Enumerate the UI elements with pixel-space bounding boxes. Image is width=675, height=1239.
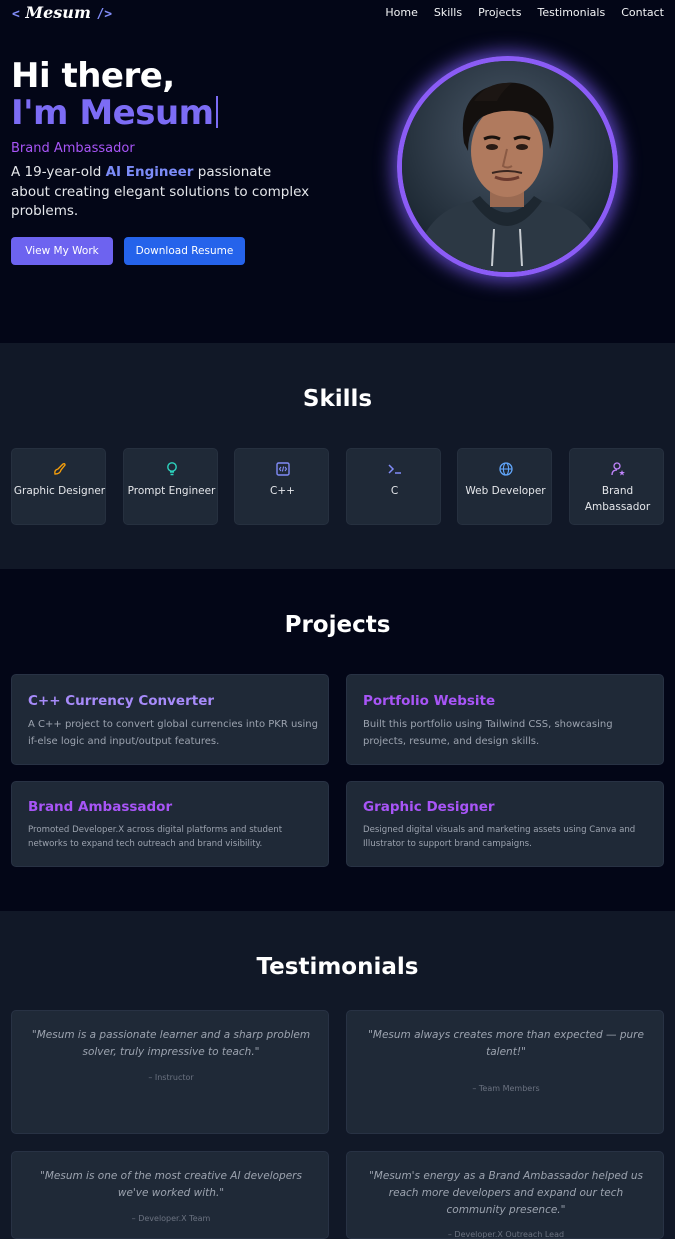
terminal-icon (347, 461, 442, 477)
testimonial-author: – Developer.X Outreach Lead (447, 1230, 565, 1239)
projects-title: Projects (284, 612, 391, 638)
project-title: C++ Currency Converter (28, 693, 215, 709)
nav-projects[interactable]: Projects (478, 6, 521, 19)
skill-card-c[interactable]: C (346, 448, 441, 525)
skill-card-prompt-engineer[interactable]: Prompt Engineer (123, 448, 218, 525)
project-card-brand-ambassador[interactable]: Brand Ambassador Promoted Developer.X ac… (11, 781, 329, 867)
testimonial-quote: "Mesum's energy as a Brand Ambassador he… (368, 1170, 644, 1216)
testimonial-author: – Team Members (472, 1084, 540, 1093)
logo-open-bracket: < (12, 7, 20, 22)
testimonials-title: Testimonials (256, 954, 419, 980)
testimonials-section: Testimonials "Mesum is a passionate lear… (0, 911, 675, 1239)
testimonial-author: – Developer.X Team (131, 1214, 211, 1223)
skill-card-cpp[interactable]: C++ (234, 448, 329, 525)
project-description: Promoted Developer.X across digital plat… (28, 825, 283, 849)
hero-role: Brand Ambassador (11, 141, 135, 156)
typing-caret (215, 96, 218, 128)
project-card-currency-converter[interactable]: C++ Currency Converter A C++ project to … (11, 674, 329, 765)
testimonial-card: "Mesum is one of the most creative AI de… (11, 1151, 329, 1239)
skill-label: C (390, 485, 399, 497)
project-description: Designed digital visuals and marketing a… (363, 825, 636, 849)
code-file-icon (235, 461, 330, 477)
skills-title: Skills (302, 386, 373, 412)
skill-card-graphic-designer[interactable]: Graphic Designer (11, 448, 106, 525)
testimonial-card: "Mesum always creates more than expected… (346, 1010, 664, 1134)
nav-contact[interactable]: Contact (621, 6, 664, 19)
project-card-graphic-designer[interactable]: Graphic Designer Designed digital visual… (346, 781, 664, 867)
nav-links: Home Skills Projects Testimonials Contac… (385, 6, 664, 19)
download-resume-button[interactable]: Download Resume (124, 237, 245, 265)
hero-desc-highlight: AI Engineer (105, 164, 194, 180)
skill-label: Brand Ambassador (584, 485, 651, 513)
profile-photo (397, 56, 618, 277)
skill-label: C++ (270, 485, 295, 497)
project-description: A C++ project to convert global currenci… (28, 719, 318, 747)
testimonial-quote: "Mesum is a passionate learner and a sha… (31, 1029, 311, 1058)
testimonial-card: "Mesum is a passionate learner and a sha… (11, 1010, 329, 1134)
testimonial-author: – Instructor (148, 1073, 194, 1082)
testimonial-quote: "Mesum always creates more than expected… (368, 1029, 644, 1058)
navbar: < Mesum /> Home Skills Projects Testimon… (0, 0, 675, 28)
hero-greeting: Hi there, (11, 56, 175, 96)
hero-description: A 19-year-old AI Engineer passionate abo… (11, 163, 311, 222)
skill-label: Prompt Engineer (127, 485, 216, 497)
skills-section: Skills Graphic Designer Prompt Engineer … (0, 343, 675, 569)
skill-card-brand-ambassador[interactable]: Brand Ambassador (569, 448, 664, 525)
brush-icon (12, 461, 107, 477)
logo-close-bracket: /> (96, 7, 113, 22)
project-title: Portfolio Website (363, 693, 496, 709)
testimonial-quote: "Mesum is one of the most creative AI de… (40, 1170, 302, 1199)
nav-home[interactable]: Home (385, 6, 417, 19)
user-star-icon (570, 461, 665, 477)
project-title: Graphic Designer (363, 799, 495, 815)
lightbulb-icon (124, 461, 219, 477)
nav-skills[interactable]: Skills (434, 6, 462, 19)
logo-text: Mesum (25, 3, 91, 22)
skill-label: Web Developer (465, 485, 546, 497)
globe-icon (458, 461, 553, 477)
hero-desc-pre: A 19-year-old (11, 164, 106, 180)
logo[interactable]: < Mesum /> (12, 3, 112, 22)
skill-label: Graphic Designer (13, 485, 106, 497)
skill-card-web-developer[interactable]: Web Developer (457, 448, 552, 525)
testimonial-card: "Mesum's energy as a Brand Ambassador he… (346, 1151, 664, 1239)
project-card-portfolio-website[interactable]: Portfolio Website Built this portfolio u… (346, 674, 664, 765)
profile-photo-illustration (402, 61, 613, 272)
view-my-work-button[interactable]: View My Work (11, 237, 113, 265)
project-title: Brand Ambassador (28, 799, 173, 815)
hero-name: I'm Mesum (11, 93, 218, 133)
projects-section: Projects C++ Currency Converter A C++ pr… (0, 569, 675, 911)
hero-name-text: I'm Mesum (11, 93, 214, 133)
nav-testimonials[interactable]: Testimonials (537, 6, 605, 19)
project-description: Built this portfolio using Tailwind CSS,… (363, 719, 613, 747)
